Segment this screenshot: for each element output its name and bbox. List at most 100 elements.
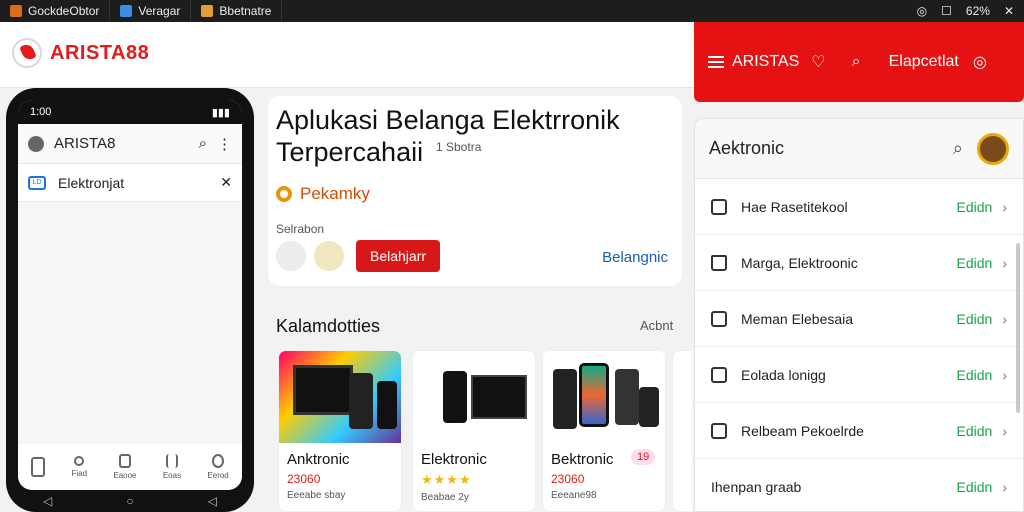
search-icon[interactable]: ⌕ xyxy=(852,53,861,71)
os-tab-label: GockdeObtor xyxy=(28,4,100,18)
row-label: Relbeam Pekoelrde xyxy=(741,422,864,439)
row-action[interactable]: Edidn xyxy=(957,423,993,439)
menu-icon[interactable] xyxy=(708,56,724,68)
brand-label: ARISTAS xyxy=(732,53,800,70)
phone-system-buttons: ◁ ○ ◁ xyxy=(6,490,254,512)
hero-primary-button[interactable]: Belahjarr xyxy=(356,240,441,272)
signal-icon: ▮▮▮ xyxy=(211,106,230,119)
product-meta: Beabae 2y xyxy=(421,492,469,503)
product-card[interactable]: Bektronic 23060 Eeeane98 19 xyxy=(542,350,666,512)
search-icon[interactable]: ⌕ xyxy=(199,135,207,152)
row-action[interactable]: Edidn xyxy=(957,199,993,215)
browser-icon xyxy=(120,5,133,17)
hero-subtitle: 1 Sbotra xyxy=(436,140,482,154)
row-label: Ihenpan graab xyxy=(711,479,802,495)
category-panel: Aektronic ⌕ Hae Rasetitekool Edidn › Mar… xyxy=(694,118,1024,512)
phone-time: 1:00 xyxy=(30,106,52,118)
back-icon[interactable]: ◁ xyxy=(43,494,52,508)
phone-nav-item[interactable]: Fiad xyxy=(71,456,87,478)
top-action-bar: ARISTAS ♡ ⌕ Elapcetlat ◎ xyxy=(694,22,1024,102)
product-price: 23060 xyxy=(287,472,321,486)
figure-icon[interactable] xyxy=(314,241,344,271)
window-icon[interactable]: ☐ xyxy=(941,4,952,18)
row-action[interactable]: Edidn xyxy=(957,367,993,383)
target-icon xyxy=(276,186,292,202)
panel-title: Aektronic xyxy=(709,138,785,158)
phone-bottom-nav: Fiad Eaooe Eoas Eerod xyxy=(18,444,242,490)
os-tab-2[interactable]: Veragar xyxy=(110,0,192,22)
row-label: Meman Elebesaia xyxy=(741,310,854,327)
bag-icon xyxy=(118,454,131,468)
row-label: Eolada lonigg xyxy=(741,366,826,383)
phone-nav-item[interactable]: Eaooe xyxy=(113,454,137,480)
close-icon[interactable]: ✕ xyxy=(1004,4,1014,18)
logo-text: ARISTA88 xyxy=(50,41,150,64)
avatar[interactable] xyxy=(977,132,1009,165)
bars-icon xyxy=(165,454,178,468)
row-action[interactable]: Edidn xyxy=(957,255,993,271)
panel-row[interactable]: Hae Rasetitekool Edidn › xyxy=(695,179,1023,235)
account-link[interactable]: Elapcetlat xyxy=(889,53,959,71)
phone-nav-item[interactable] xyxy=(31,457,46,477)
product-name: Elektronic xyxy=(421,451,487,468)
hero-link[interactable]: Belangnic xyxy=(602,249,668,266)
app-icon xyxy=(10,5,22,17)
phone-nav-item[interactable]: Eerod xyxy=(207,454,229,480)
product-card[interactable]: Anktronic 23060 Eeeabe sbay xyxy=(278,350,402,512)
hero-tag: Pekamky xyxy=(276,184,674,204)
panel-row[interactable]: Relbeam Pekoelrde Edidn › xyxy=(695,403,1023,459)
os-tab-label: Bbetnatre xyxy=(219,4,272,18)
heart-icon[interactable]: ♡ xyxy=(811,52,825,72)
search-icon[interactable]: ⌕ xyxy=(953,138,963,159)
home-icon xyxy=(711,254,727,271)
phone-nav-label: Fiad xyxy=(71,469,88,478)
product-meta: Eeeane98 xyxy=(551,490,597,501)
phone-nav-label: Eerod xyxy=(207,471,229,480)
bag-icon xyxy=(711,198,727,215)
panel-row[interactable]: Ihenpan graab Edidn › xyxy=(695,459,1023,512)
panel-header: Aektronic ⌕ xyxy=(695,119,1023,179)
wifi-icon[interactable]: ◎ xyxy=(917,4,927,18)
home-icon[interactable]: ○ xyxy=(126,494,133,508)
product-image xyxy=(279,351,401,443)
logo[interactable]: ARISTA88 xyxy=(12,38,149,68)
close-icon[interactable]: ✕ xyxy=(220,174,232,191)
row-label: Hae Rasetitekool xyxy=(741,198,848,215)
panel-row[interactable]: Meman Elebesaia Edidn › xyxy=(695,291,1023,347)
scrollbar[interactable] xyxy=(1016,243,1020,413)
row-action[interactable]: Edidn xyxy=(957,311,993,327)
phone-search-input[interactable]: Elektronjat xyxy=(58,175,208,191)
hero-card: Aplukasi Belanga Elektrronik Terpercahai… xyxy=(268,96,682,286)
folder-icon xyxy=(201,5,214,17)
product-image xyxy=(543,351,665,443)
chevron-right-icon: › xyxy=(1002,254,1007,271)
circle-icon[interactable] xyxy=(276,241,306,271)
categories-more-link[interactable]: Acbnt xyxy=(640,318,673,333)
product-image xyxy=(413,351,535,443)
more-icon[interactable]: ⋮ xyxy=(217,135,232,153)
os-tab-3[interactable]: Bbetnatre xyxy=(191,0,283,22)
hero-label: Selrabon xyxy=(276,222,325,236)
rating-stars: ★★★★ xyxy=(421,472,472,487)
os-tab-1[interactable]: GockdeObtor xyxy=(0,0,111,22)
phone-icon xyxy=(31,457,46,477)
phone-search-bar[interactable]: LD Elektronjat ✕ xyxy=(18,164,242,202)
panel-row[interactable]: Marga, Elektroonic Edidn › xyxy=(695,235,1023,291)
lock-icon[interactable]: ◎ xyxy=(973,52,987,72)
row-action[interactable]: Edidn xyxy=(957,479,993,495)
chevron-right-icon: › xyxy=(1002,366,1007,383)
avatar[interactable] xyxy=(28,135,44,152)
chevron-right-icon: › xyxy=(1002,422,1007,439)
checkbox-icon xyxy=(711,422,727,439)
product-card[interactable]: Elektronic ★★★★ Beabae 2y xyxy=(412,350,536,512)
phone-app-bar: ARISTA8 ⌕ ⋮ xyxy=(18,124,242,164)
badge-icon: LD xyxy=(28,175,46,190)
clock-icon xyxy=(74,456,85,466)
panel-row[interactable]: Eolada lonigg Edidn › xyxy=(695,347,1023,403)
phone-nav-item[interactable]: Eoas xyxy=(163,454,181,480)
product-card-partial[interactable] xyxy=(672,350,692,512)
os-taskbar: GockdeObtor Veragar Bbetnatre ◎ ☐ 62% ✕ xyxy=(0,0,1024,22)
gift-icon xyxy=(711,366,727,383)
recent-icon[interactable]: ◁ xyxy=(208,494,217,508)
phone-screen: 1:00 ▮▮▮ ARISTA8 ⌕ ⋮ LD Elektronjat ✕ Fi… xyxy=(18,100,242,490)
